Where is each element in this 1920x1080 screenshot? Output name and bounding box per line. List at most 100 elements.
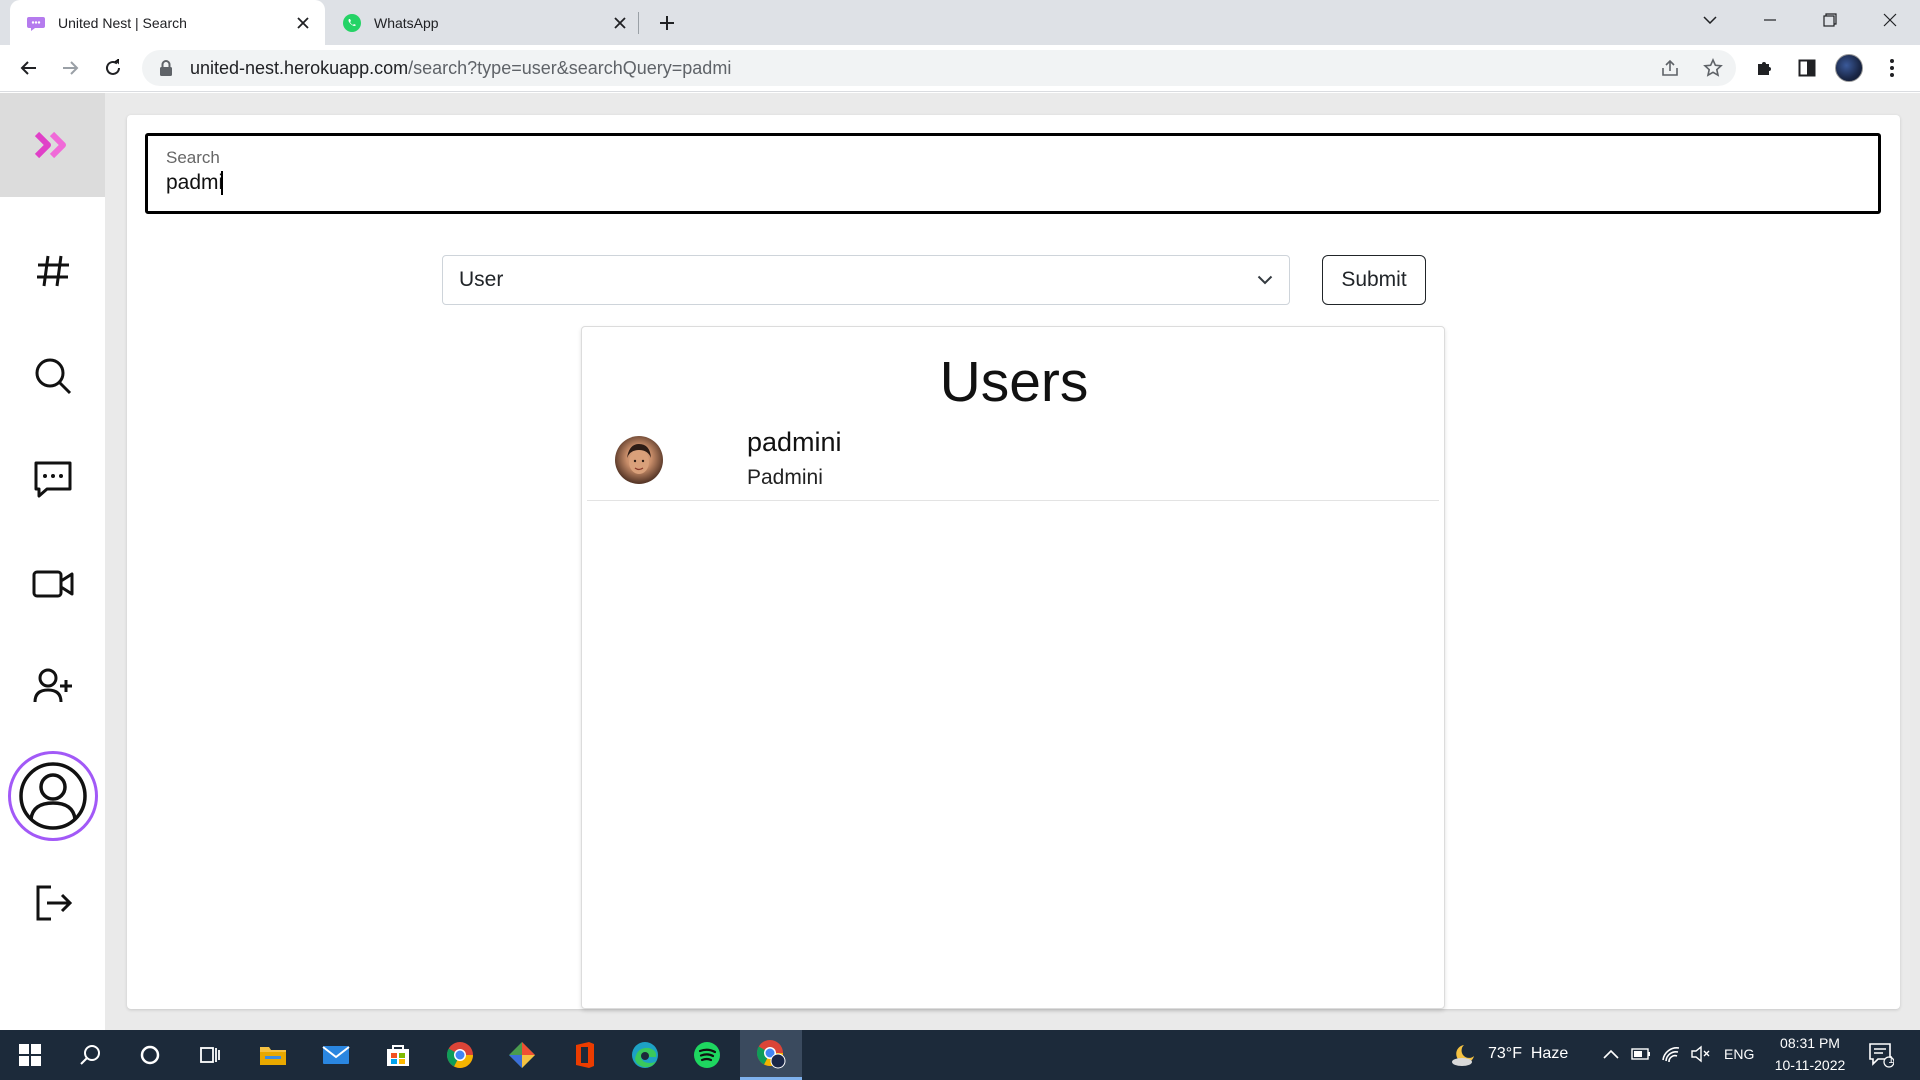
edge-button[interactable] [615, 1030, 675, 1080]
side-panel-button[interactable] [1792, 53, 1822, 83]
clock-date[interactable]: 10-11-2022 [1770, 1057, 1850, 1073]
submit-button[interactable]: Submit [1322, 255, 1426, 305]
tab-search-button[interactable] [1685, 0, 1735, 40]
search-value: padmi [166, 171, 224, 194]
wifi-icon[interactable] [1661, 1044, 1681, 1064]
git-diamond-icon [509, 1042, 535, 1068]
address-bar[interactable]: united-nest.herokuapp.com/search?type=us… [142, 50, 1736, 86]
sidebar-item-profile[interactable] [8, 751, 98, 841]
chrome-button[interactable] [430, 1030, 490, 1080]
store-icon [387, 1045, 409, 1066]
office-button[interactable] [554, 1030, 614, 1080]
start-button[interactable] [0, 1030, 60, 1080]
reload-icon [106, 59, 120, 75]
tab-whatsapp[interactable]: WhatsApp [330, 0, 642, 45]
mail-button[interactable] [306, 1030, 366, 1080]
taskbar-search-button[interactable] [60, 1030, 120, 1080]
search-label: Search [166, 148, 220, 167]
language-indicator[interactable]: ENG [1724, 1046, 1754, 1062]
close-tab-icon[interactable] [610, 13, 630, 33]
sidebar-item-messages[interactable] [0, 439, 105, 519]
hash-icon [36, 255, 69, 287]
git-app-button[interactable] [492, 1030, 552, 1080]
avatar-face-icon [627, 444, 651, 474]
plus-icon [660, 16, 674, 30]
search-icon [80, 1045, 100, 1065]
spotify-button[interactable] [677, 1030, 737, 1080]
mail-icon [322, 1046, 350, 1064]
chevron-up-icon[interactable] [1603, 1049, 1619, 1059]
arrow-right-icon [63, 61, 79, 75]
star-icon [1703, 58, 1723, 77]
cortana-button[interactable] [120, 1030, 180, 1080]
battery-icon[interactable] [1631, 1048, 1651, 1060]
share-icon [1662, 59, 1678, 76]
profile-avatar-icon [1835, 54, 1863, 82]
chat-icon [34, 461, 71, 498]
reload-button[interactable] [96, 51, 130, 85]
spotify-icon [694, 1042, 720, 1068]
add-user-icon [33, 668, 72, 703]
side-panel-icon [1798, 59, 1816, 77]
whatsapp-favicon-icon [343, 13, 361, 32]
search-type-value: User [459, 268, 504, 291]
tab-united-nest[interactable]: United Nest | Search [10, 0, 325, 45]
text-caret [221, 171, 224, 195]
tab-title: WhatsApp [374, 14, 439, 31]
close-window-button[interactable] [1865, 0, 1915, 40]
file-explorer-button[interactable] [243, 1030, 303, 1080]
task-view-icon [200, 1047, 220, 1063]
chrome-profile-icon [756, 1039, 786, 1068]
url-path: /search?type=user&searchQuery=padmi [408, 57, 732, 78]
new-tab-button[interactable] [652, 8, 682, 38]
sidebar-item-video[interactable] [0, 544, 105, 624]
browser-tab-strip: United Nest | Search WhatsApp [0, 0, 1920, 45]
weather-moon-cloud-icon [1452, 1045, 1474, 1066]
extensions-button[interactable] [1750, 53, 1780, 83]
search-type-select[interactable]: User [442, 255, 1290, 305]
page-content: Search padmi User Submit Users padmini P… [0, 93, 1920, 1030]
restore-icon [1823, 13, 1837, 27]
close-icon [1883, 13, 1897, 27]
forward-button[interactable] [53, 51, 87, 85]
arrow-left-icon [20, 61, 36, 75]
tab-separator [638, 12, 639, 34]
user-username[interactable]: padmini [747, 425, 842, 459]
sidebar-item-search[interactable] [0, 336, 105, 416]
chrome-icon [446, 1042, 473, 1068]
task-view-button[interactable] [180, 1030, 240, 1080]
sidebar-item-add-user[interactable] [0, 646, 105, 726]
back-button[interactable] [12, 51, 46, 85]
logout-icon [36, 885, 72, 921]
sidebar-item-logout[interactable] [0, 863, 105, 943]
minimize-button[interactable] [1745, 0, 1795, 40]
share-button[interactable] [1656, 54, 1684, 82]
store-button[interactable] [368, 1030, 428, 1080]
chrome-active-window-button[interactable] [740, 1030, 802, 1080]
logo-chevrons-icon [34, 131, 66, 159]
user-avatar[interactable] [615, 436, 663, 484]
weather-text[interactable]: 73°F Haze [1488, 1045, 1568, 1063]
profile-button[interactable] [1834, 53, 1864, 83]
user-result-row[interactable]: padmini Padmini [587, 419, 1439, 501]
folder-icon [260, 1047, 286, 1065]
minimize-icon [1764, 19, 1776, 21]
windows-logo-icon [19, 1044, 41, 1066]
user-display-name: Padmini [747, 466, 823, 489]
browser-menu-button[interactable] [1877, 53, 1907, 83]
search-input[interactable]: Search padmi [145, 133, 1881, 214]
windows-taskbar: 73°F Haze ENG 08:31 PM 10-11-2022 1 [0, 1030, 1920, 1080]
sidebar-item-channels[interactable] [0, 231, 105, 311]
lock-icon [160, 60, 172, 76]
clock-time[interactable]: 08:31 PM [1777, 1035, 1843, 1051]
speaker-muted-icon[interactable] [1690, 1045, 1710, 1063]
chevron-down-icon [1703, 16, 1717, 24]
sidebar-logo[interactable] [0, 93, 105, 197]
search-icon [35, 358, 71, 395]
restore-button[interactable] [1805, 0, 1855, 40]
tab-title: United Nest | Search [58, 14, 187, 31]
bookmark-button[interactable] [1699, 54, 1727, 82]
close-tab-icon[interactable] [293, 13, 313, 33]
url-host: united-nest.herokuapp.com [190, 57, 409, 78]
more-vertical-icon [1890, 59, 1894, 77]
